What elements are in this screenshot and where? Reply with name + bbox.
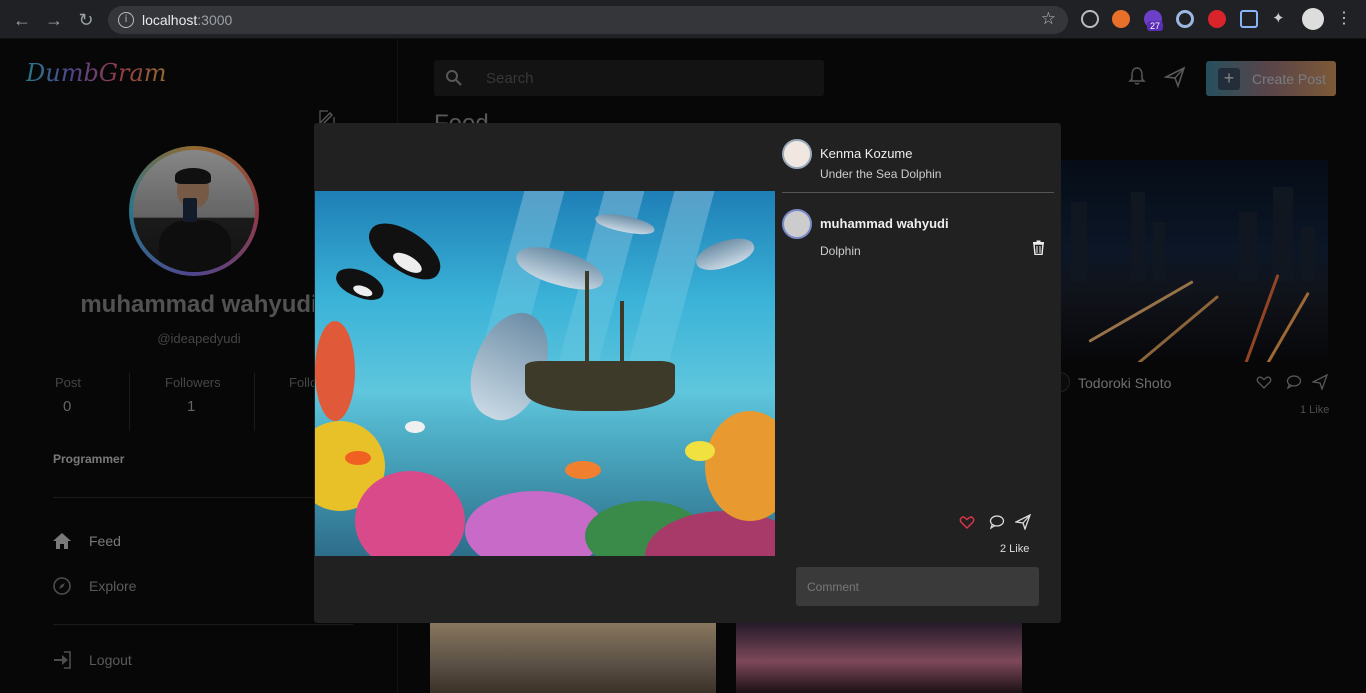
browser-toolbar: ← → ↻ i localhost:3000 ☆ 27 ✦ ⋮ — [0, 0, 1366, 39]
comment-author-avatar[interactable] — [782, 209, 812, 239]
post-author-name[interactable]: Kenma Kozume — [820, 146, 913, 161]
fish-shape — [565, 461, 601, 479]
fish-shape — [405, 421, 425, 433]
post-caption: Under the Sea Dolphin — [820, 167, 942, 181]
modal-divider — [782, 192, 1054, 193]
bookmark-star-icon[interactable]: ☆ — [1041, 9, 1056, 29]
bulb-extension-icon[interactable] — [1081, 10, 1099, 28]
url-port: :3000 — [197, 12, 233, 28]
orange-extension-icon[interactable] — [1112, 10, 1130, 28]
like-count: 2 Like — [1000, 543, 1030, 555]
info-icon[interactable]: i — [118, 12, 134, 28]
forward-icon[interactable]: → — [44, 10, 64, 30]
screen-extension-icon[interactable] — [1240, 10, 1258, 28]
fish-shape — [685, 441, 715, 461]
coral-shape — [705, 411, 775, 521]
coral-shape — [465, 491, 605, 556]
back-icon[interactable]: ← — [12, 10, 32, 30]
extension-badge: 27 — [1147, 21, 1164, 31]
fish-shape — [345, 451, 371, 465]
ring-extension-icon[interactable] — [1176, 10, 1194, 28]
shipwreck-shape — [525, 361, 675, 411]
comment-icon[interactable] — [989, 514, 1005, 530]
post-author-avatar[interactable] — [782, 139, 812, 169]
heart-icon[interactable] — [959, 514, 975, 530]
puzzle-extension-icon[interactable]: ✦ — [1272, 10, 1290, 28]
ship-mast — [620, 301, 624, 371]
stop-extension-icon[interactable] — [1208, 10, 1226, 28]
url-text: localhost:3000 — [142, 12, 232, 28]
coral-shape — [315, 321, 355, 421]
profile-avatar-icon[interactable] — [1302, 8, 1324, 30]
send-icon[interactable] — [1015, 514, 1031, 530]
comment-input[interactable] — [796, 567, 1039, 606]
post-image — [315, 191, 775, 556]
ship-mast — [585, 271, 589, 371]
trash-icon[interactable] — [1032, 240, 1045, 255]
comment-author-name[interactable]: muhammad wahyudi — [820, 216, 949, 231]
orca-shape — [332, 263, 388, 305]
address-bar[interactable]: i localhost:3000 ☆ — [108, 6, 1068, 34]
kebab-menu-icon[interactable]: ⋮ — [1336, 10, 1354, 28]
post-detail-modal: Kenma Kozume Under the Sea Dolphin muham… — [314, 123, 1061, 623]
comment-text: Dolphin — [820, 244, 861, 258]
dolphin-shape — [692, 231, 758, 277]
url-host: localhost — [142, 12, 198, 28]
reload-icon[interactable]: ↻ — [76, 10, 96, 30]
coral-shape — [355, 471, 465, 556]
